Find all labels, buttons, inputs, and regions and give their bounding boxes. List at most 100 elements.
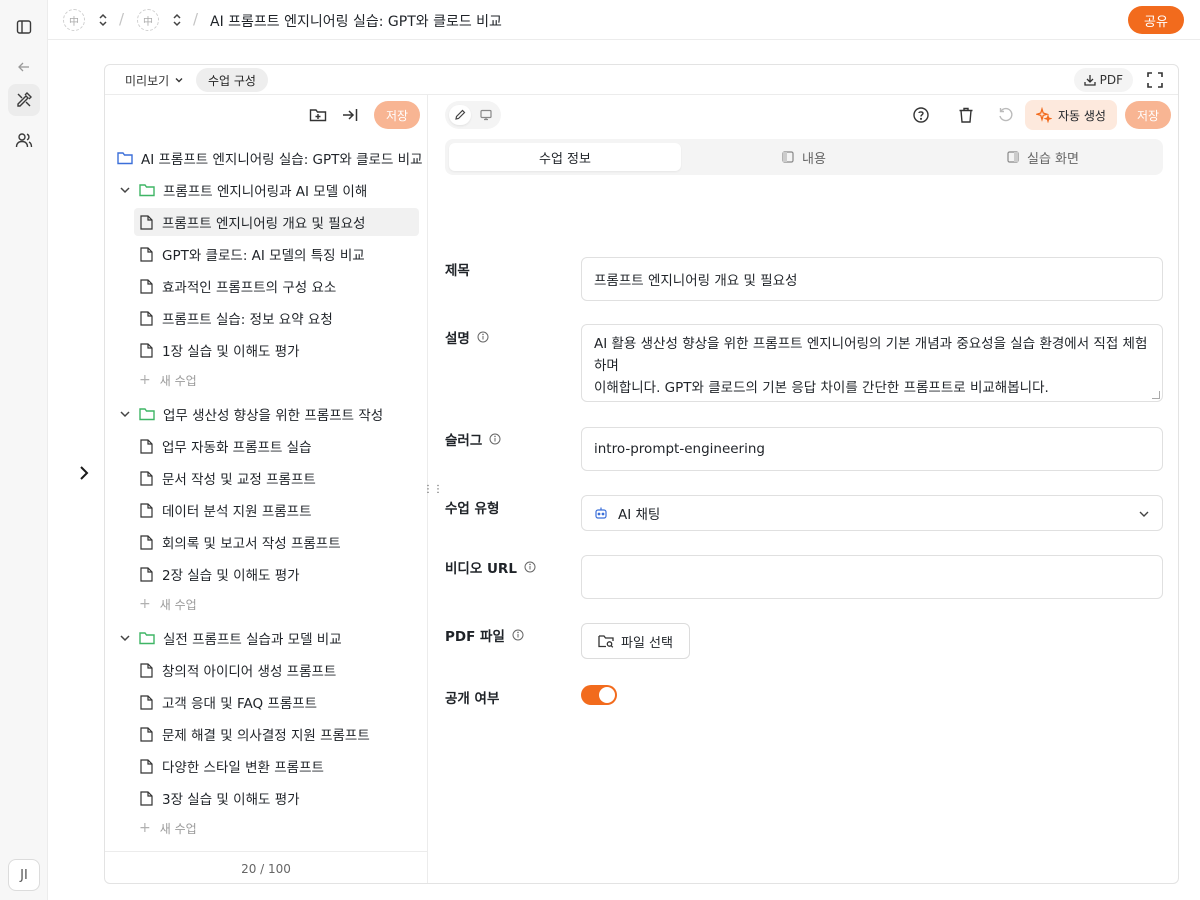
edit-pencil-icon[interactable] [449, 105, 471, 125]
expand-panel-chevron-icon[interactable] [76, 464, 92, 482]
lesson-row[interactable]: 문서 작성 및 교정 프롬프트 [138, 464, 316, 492]
sparkle-icon [1036, 107, 1052, 123]
select-file-button[interactable]: 파일 선택 [581, 623, 690, 659]
project-logo-icon[interactable]: 中 [137, 9, 159, 31]
title-input[interactable]: 프롬프트 엔지니어링 개요 및 필요성 [581, 257, 1163, 301]
preview-dropdown[interactable]: 미리보기 [117, 69, 192, 91]
resize-grip-icon[interactable] [1152, 391, 1160, 399]
label-text: 비디오 URL [445, 561, 517, 577]
org-logo-icon[interactable]: 中 [63, 9, 85, 31]
tab-content[interactable]: 내용 [688, 143, 920, 171]
lesson-title: 문서 작성 및 교정 프롬프트 [162, 472, 316, 488]
plus-icon: + [139, 372, 151, 388]
lesson-type-field-label: 수업 유형 [445, 497, 499, 517]
tab-label: 실습 화면 [1027, 151, 1079, 167]
info-icon[interactable] [489, 433, 501, 445]
lesson-title: 회의록 및 보고서 작성 프롬프트 [162, 536, 341, 552]
lesson-row[interactable]: 데이터 분석 지원 프롬프트 [138, 496, 312, 524]
tree-save-button[interactable]: 저장 [374, 101, 420, 129]
document-icon [138, 438, 154, 454]
folder-icon [139, 630, 155, 646]
avatar[interactable]: JI [8, 859, 40, 891]
auto-generate-button[interactable]: 자동 생성 [1025, 100, 1117, 130]
lesson-title: 업무 자동화 프롬프트 실습 [162, 440, 312, 456]
left-rail: JI [0, 0, 48, 900]
pdf-label: PDF [1099, 73, 1123, 87]
lesson-form-pane: 자동 생성 저장 수업 정보 내용 실습 화면 제목 프롬프트 엔지니어링 개요… [428, 95, 1178, 883]
form-save-button[interactable]: 저장 [1125, 101, 1171, 129]
chapter-row[interactable]: 실전 프롬프트 실습과 모델 비교 [119, 624, 342, 652]
monitor-icon[interactable] [475, 105, 497, 125]
share-button[interactable]: 공유 [1128, 6, 1184, 34]
lesson-row[interactable]: 1장 실습 및 이해도 평가 [138, 336, 300, 364]
plus-icon: + [139, 820, 151, 836]
public-toggle[interactable] [581, 685, 617, 705]
chapter-title: 프롬프트 엔지니어링과 AI 모델 이해 [163, 184, 368, 200]
course-title-row[interactable]: AI 프롬프트 엔지니어링 실습: GPT와 클로드 비교 [117, 144, 423, 172]
video-url-field-label: 비디오 URL [445, 557, 536, 577]
lesson-title: 창의적 아이디어 생성 프롬프트 [162, 664, 337, 680]
lesson-row[interactable]: 효과적인 프롬프트의 구성 요소 [138, 272, 336, 300]
chevron-down-icon[interactable] [119, 184, 131, 196]
sidebar-toggle-icon[interactable] [8, 11, 40, 43]
course-editor-card: 미리보기 수업 구성 PDF 저장 AI 프롬프트 엔지니어링 실습: GPT와… [104, 64, 1179, 884]
collapse-to-right-icon[interactable] [341, 106, 359, 124]
lesson-row[interactable]: GPT와 클로드: AI 모델의 특징 비교 [138, 240, 365, 268]
tab-practice-screen[interactable]: 실습 화면 [927, 143, 1159, 171]
pdf-download-button[interactable]: PDF [1073, 68, 1133, 92]
info-icon[interactable] [512, 629, 524, 641]
new-lesson-button[interactable]: + 새 수업 [139, 590, 197, 618]
new-lesson-label: 새 수업 [159, 597, 197, 612]
label-text: PDF 파일 [445, 629, 505, 645]
lesson-row[interactable]: 프롬프트 실습: 정보 요약 요청 [138, 304, 333, 332]
help-icon[interactable] [912, 106, 930, 124]
video-url-input[interactable] [581, 555, 1163, 599]
structure-mode-button[interactable]: 수업 구성 [196, 68, 268, 92]
chapter-row[interactable]: 프롬프트 엔지니어링과 AI 모델 이해 [119, 176, 367, 204]
lesson-row[interactable]: 회의록 및 보고서 작성 프롬프트 [138, 528, 341, 556]
lesson-row[interactable]: 창의적 아이디어 생성 프롬프트 [138, 656, 336, 684]
breadcrumb-separator: / [119, 10, 125, 28]
project-switch-chevron-icon[interactable] [171, 12, 183, 28]
lesson-title: 문제 해결 및 의사결정 지원 프롬프트 [162, 728, 370, 744]
lesson-row[interactable]: 2장 실습 및 이해도 평가 [138, 560, 300, 588]
design-tools-icon[interactable] [8, 84, 40, 116]
add-folder-icon[interactable] [309, 106, 327, 124]
chevron-down-icon [175, 78, 183, 83]
description-textarea[interactable]: AI 활용 생산성 향상을 위한 프롬프트 엔지니어링의 기본 개념과 중요성을… [581, 324, 1163, 402]
new-lesson-label: 새 수업 [159, 373, 197, 388]
curriculum-tree-pane: 저장 AI 프롬프트 엔지니어링 실습: GPT와 클로드 비교 프롬프트 엔지… [105, 95, 428, 883]
org-switch-chevron-icon[interactable] [97, 12, 109, 28]
pdf-file-field-label: PDF 파일 [445, 625, 524, 645]
lesson-type-select[interactable]: AI 채팅 [581, 495, 1163, 531]
lesson-row-selected[interactable]: 프롬프트 엔지니어링 개요 및 필요성 [134, 208, 419, 236]
preview-label: 미리보기 [125, 73, 170, 88]
new-lesson-button[interactable]: + 새 수업 [139, 366, 197, 394]
tab-lesson-info[interactable]: 수업 정보 [449, 143, 681, 171]
lesson-row[interactable]: 문제 해결 및 의사결정 지원 프롬프트 [138, 720, 370, 748]
document-icon [138, 342, 154, 358]
chapter-row[interactable]: 업무 생산성 향상을 위한 프롬프트 작성 [119, 400, 383, 428]
lesson-row[interactable]: 고객 응대 및 FAQ 프롬프트 [138, 688, 317, 716]
description-field-label: 설명 [445, 327, 489, 347]
plus-icon: + [139, 596, 151, 612]
info-icon[interactable] [477, 331, 489, 343]
back-arrow-icon[interactable] [8, 51, 40, 83]
select-file-label: 파일 선택 [621, 635, 673, 651]
lesson-row[interactable]: 다양한 스타일 변환 프롬프트 [138, 752, 324, 780]
new-lesson-button[interactable]: + 새 수업 [139, 814, 197, 842]
chapter-title: 업무 생산성 향상을 위한 프롬프트 작성 [163, 408, 384, 424]
chevron-down-icon[interactable] [119, 408, 131, 420]
trash-icon[interactable] [957, 106, 975, 124]
undo-icon[interactable] [997, 106, 1015, 124]
users-icon[interactable] [8, 124, 40, 156]
lesson-row[interactable]: 업무 자동화 프롬프트 실습 [138, 432, 312, 460]
slug-input[interactable]: intro-prompt-engineering [581, 427, 1163, 471]
document-icon [138, 534, 154, 550]
folder-icon [139, 406, 155, 422]
document-icon [138, 758, 154, 774]
lesson-row[interactable]: 3장 실습 및 이해도 평가 [138, 784, 300, 812]
fullscreen-icon[interactable] [1146, 71, 1164, 89]
info-icon[interactable] [524, 561, 536, 573]
chevron-down-icon[interactable] [119, 632, 131, 644]
